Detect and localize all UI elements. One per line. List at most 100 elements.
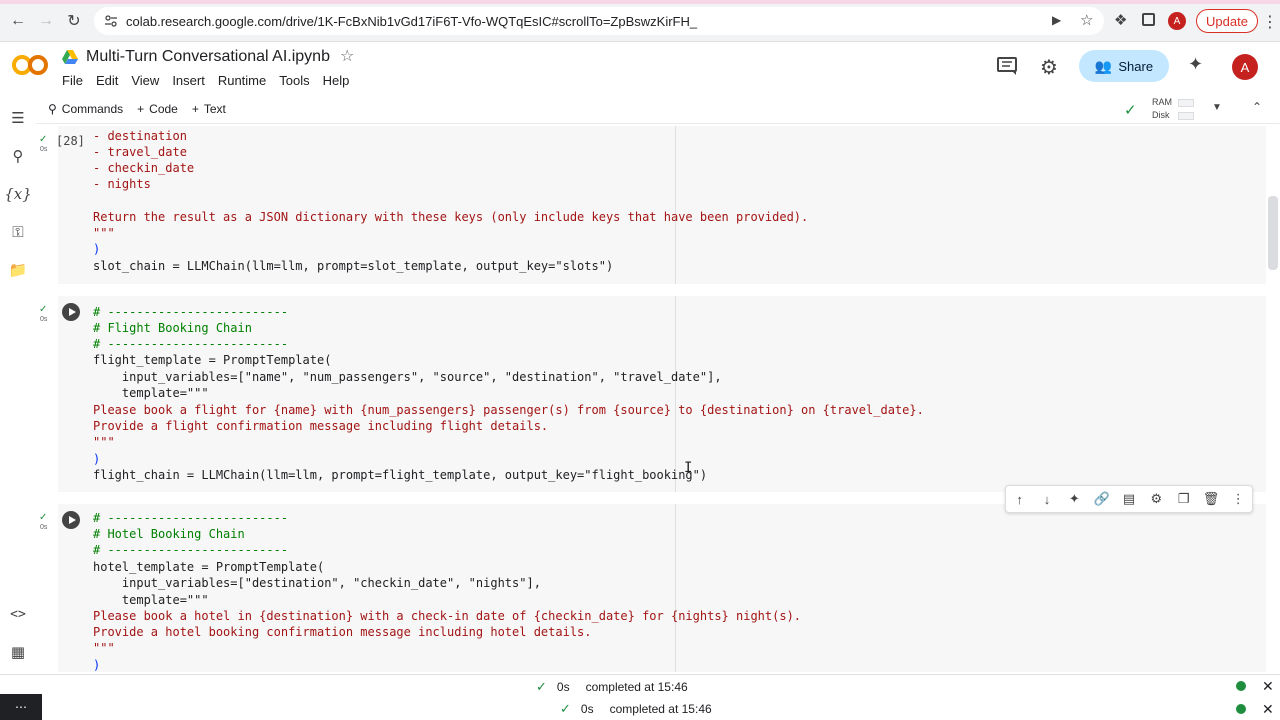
code-line: ) — [93, 658, 101, 672]
code-line: - nights — [93, 177, 151, 191]
close-icon[interactable]: ✕ — [1262, 678, 1274, 695]
runtime-status-dot — [1236, 704, 1246, 714]
disk-label: Disk — [1152, 110, 1170, 120]
search-icon[interactable]: ⚲ — [8, 146, 28, 166]
link-icon[interactable]: 🔗 — [1092, 491, 1112, 507]
status-bar: ✓ 0s completed at 15:46 ✕ ✓ 0s completed… — [0, 674, 1280, 720]
browser-profile-avatar[interactable]: A — [1168, 12, 1186, 30]
code-cell-slot[interactable]: ✓ 0s [28] - destination - travel_date - … — [36, 126, 1268, 284]
plus-icon: + — [137, 101, 145, 116]
comment-icon[interactable] — [996, 56, 1018, 76]
cell-exec-time: 0s — [40, 316, 48, 323]
ram-usage-bar — [1178, 99, 1194, 107]
close-icon[interactable]: ✕ — [1262, 701, 1274, 718]
table-of-contents-icon[interactable]: ☰ — [8, 108, 28, 128]
add-text-button[interactable]: + Text — [192, 102, 226, 116]
code-line: - travel_date — [93, 145, 187, 159]
arrow-down-icon[interactable]: ↓ — [1037, 492, 1057, 507]
code-line: """ — [93, 226, 115, 240]
add-code-button[interactable]: + Code — [137, 102, 178, 116]
code-line: hotel_template = PromptTemplate( — [93, 560, 325, 574]
status-time: 0s — [556, 680, 570, 694]
left-rail: ☰ ⚲ {x} ⚿ 📁 <> ▦ — [0, 94, 36, 674]
status-time: 0s — [580, 702, 594, 716]
address-bar[interactable]: colab.research.google.com/drive/1K-FcBxN… — [94, 7, 1104, 35]
cell-success-check-icon: ✓ — [39, 512, 48, 523]
share-button[interactable]: 👥 Share — [1079, 50, 1169, 82]
bookmark-star-icon[interactable]: ☆ — [1080, 11, 1093, 29]
folder-icon[interactable]: 📁 — [8, 260, 28, 280]
code-line: # ------------------------- — [93, 305, 289, 319]
code-snippets-icon[interactable]: <> — [8, 604, 28, 624]
code-line: # Hotel Booking Chain — [93, 527, 245, 541]
code-line: # Flight Booking Chain — [93, 321, 252, 335]
settings-gear-icon[interactable]: ⚙ — [1040, 55, 1058, 80]
notebook-title[interactable]: Multi-Turn Conversational AI.ipynb — [86, 48, 330, 66]
resource-monitor[interactable]: ✓ RAM Disk ▼ — [1120, 96, 1240, 122]
share-label: Share — [1118, 58, 1154, 74]
comment-icon[interactable]: ▤ — [1119, 491, 1139, 507]
menu-edit[interactable]: Edit — [96, 73, 118, 88]
ram-label: RAM — [1152, 97, 1172, 107]
disk-usage-bar — [1178, 112, 1194, 120]
code-line: slot_chain = LLMChain(llm=llm, prompt=sl… — [93, 259, 614, 273]
back-icon[interactable]: ← — [4, 7, 32, 35]
side-panel-icon[interactable] — [1142, 13, 1155, 26]
code-line: flight_chain = LLMChain(llm=llm, prompt=… — [93, 468, 708, 482]
star-icon[interactable]: ☆ — [340, 46, 354, 66]
terminal-icon[interactable]: ▦ — [8, 642, 28, 662]
colab-header: Multi-Turn Conversational AI.ipynb ☆ Fil… — [0, 42, 1280, 94]
menu-file[interactable]: File — [62, 73, 83, 88]
forward-icon[interactable]: → — [32, 7, 60, 35]
code-line: # ------------------------- — [93, 337, 289, 351]
more-vert-icon[interactable]: ⋮ — [1228, 491, 1248, 507]
account-avatar[interactable]: A — [1232, 54, 1258, 80]
menu-insert[interactable]: Insert — [172, 73, 205, 88]
status-row-1[interactable]: ✓ 0s completed at 15:46 — [536, 679, 688, 695]
mirror-icon[interactable]: ❐ — [1174, 491, 1194, 507]
update-button[interactable]: Update — [1196, 9, 1258, 33]
cell-exec-time: 0s — [40, 524, 48, 531]
drive-icon[interactable] — [62, 50, 78, 64]
site-info-icon[interactable] — [104, 14, 118, 28]
trash-icon[interactable]: 🗑 — [1201, 491, 1221, 507]
execution-count[interactable]: [28] — [56, 134, 85, 148]
code-cell-hotel[interactable]: ✓ 0s # ------------------------- # Hotel… — [36, 504, 1268, 672]
menu-tools[interactable]: Tools — [279, 73, 309, 88]
browser-menu-icon[interactable]: ⋮ — [1262, 12, 1278, 32]
run-cell-button[interactable] — [62, 511, 80, 529]
menu-runtime[interactable]: Runtime — [218, 73, 266, 88]
sparkle-icon[interactable]: ✦ — [1064, 491, 1084, 507]
menu-view[interactable]: View — [131, 73, 159, 88]
code-line: input_variables=["name", "num_passengers… — [93, 370, 722, 384]
chevron-up-icon[interactable]: ⌃ — [1252, 100, 1262, 114]
menu-help[interactable]: Help — [323, 73, 350, 88]
key-icon[interactable]: ⚿ — [8, 222, 28, 242]
send-tab-icon[interactable]: ▶ — [1052, 13, 1061, 27]
status-row-2[interactable]: ✓ 0s completed at 15:46 — [560, 701, 712, 717]
arrow-up-icon[interactable]: ↑ — [1010, 492, 1030, 507]
vertical-scrollbar[interactable] — [1268, 196, 1278, 270]
chevron-down-icon[interactable]: ▼ — [1212, 102, 1222, 113]
gemini-sparkle-icon[interactable]: ✦ — [1188, 54, 1203, 75]
commands-button[interactable]: ⚲ Commands — [48, 102, 123, 116]
app-grid-icon[interactable]: ⋯ — [0, 694, 42, 720]
gear-icon[interactable]: ⚙ — [1146, 491, 1166, 507]
run-cell-button[interactable] — [62, 303, 80, 321]
colab-logo-icon[interactable] — [12, 52, 48, 78]
text-cursor: I — [684, 460, 693, 476]
extensions-icon[interactable]: ❖ — [1114, 11, 1127, 29]
code-line: input_variables=["destination", "checkin… — [93, 576, 541, 590]
code-line: """ — [93, 435, 115, 449]
add-text-label: Text — [203, 101, 226, 116]
code-cell-flight[interactable]: ✓ 0s # ------------------------- # Fligh… — [36, 296, 1268, 492]
code-line: # ------------------------- — [93, 511, 289, 525]
url-text: colab.research.google.com/drive/1K-FcBxN… — [126, 13, 698, 29]
browser-accent-strip — [0, 0, 1280, 4]
variables-icon[interactable]: {x} — [4, 184, 32, 204]
notebook-toolbar: ⚲ Commands + Code + Text — [36, 94, 1280, 124]
ruler-line — [675, 126, 676, 284]
reload-icon[interactable]: ↻ — [60, 7, 88, 35]
code-line: Return the result as a JSON dictionary w… — [93, 210, 809, 224]
add-code-label: Code — [149, 101, 178, 116]
